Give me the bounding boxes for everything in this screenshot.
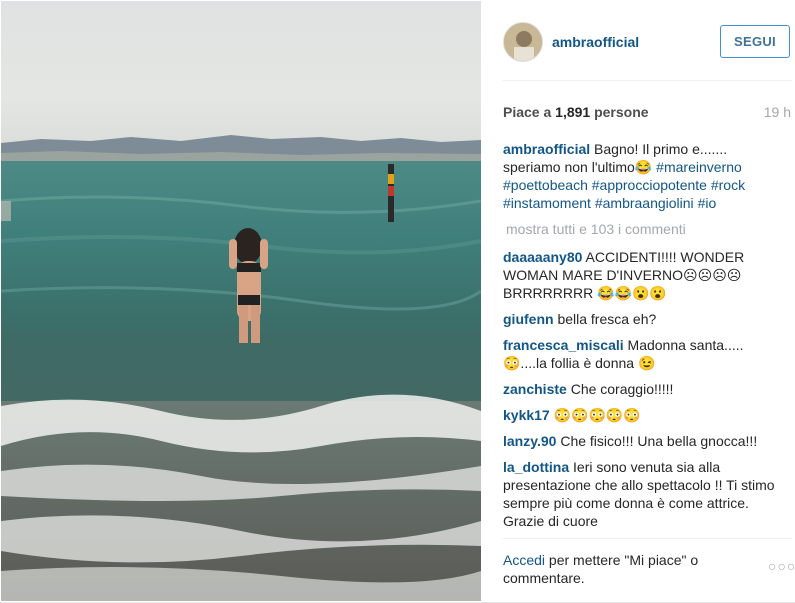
caption-username[interactable]: ambraofficial [503,141,590,157]
login-link[interactable]: Accedi [503,552,545,568]
post-time[interactable]: 19 h [764,104,791,120]
likes-suffix: persone [590,104,649,120]
comment-item: daaaaany80 ACCIDENTI!!!! WONDER WOMAN MA… [503,248,787,302]
likes-number[interactable]: 1,891 [555,104,590,120]
comment-item: kykk17 😳😳😳😳😳 [503,406,787,424]
comment-username[interactable]: la_dottina [503,459,569,475]
comment-text: Che coraggio!!!!! [570,381,674,397]
post-sidebar: ambraofficial SEGUI Piace a 1,891 person… [481,0,795,603]
divider [503,80,792,81]
comment-username[interactable]: kykk17 [503,407,550,423]
comment-text: Che fisico!!! Una bella gnocca!!! [560,433,758,449]
username-link[interactable]: ambraofficial [552,34,639,50]
ellipsis-icon[interactable]: ○○○ [768,558,795,574]
comment-item: giufenn bella fresca eh? [503,310,787,328]
avatar-icon [504,23,542,61]
caption: ambraofficial Bagno! Il primo e....... s… [503,140,787,212]
comment-item: la_dottina Ieri sono venuta sia alla pre… [503,458,787,530]
divider [503,538,792,539]
beach-photo-image [1,1,481,601]
likes-count: Piace a 1,891 persone [503,104,649,120]
hashtag[interactable]: #rock [711,177,745,193]
follow-button[interactable]: SEGUI [720,25,790,58]
hashtag[interactable]: #poettobeach [503,177,588,193]
login-prompt: Accedi per mettere "Mi piace" o commenta… [503,551,733,587]
comment-username[interactable]: lanzy.90 [503,433,556,449]
avatar[interactable] [503,22,543,62]
post-container: ambraofficial SEGUI Piace a 1,891 person… [0,0,795,603]
hashtag[interactable]: #ambraangiolini [595,195,694,211]
comments-list: ambraofficial Bagno! Il primo e....... s… [503,140,787,535]
comment-username[interactable]: daaaaany80 [503,249,582,265]
hashtag[interactable]: #approcciopotente [592,177,707,193]
comment-text: bella fresca eh? [557,311,657,327]
comment-username[interactable]: zanchiste [503,381,567,397]
post-header: ambraofficial SEGUI [481,0,795,80]
hashtag[interactable]: #io [698,195,717,211]
post-photo[interactable] [1,1,481,601]
comment-item: zanchiste Che coraggio!!!!! [503,380,787,398]
likes-prefix: Piace a [503,104,556,120]
comment-username[interactable]: giufenn [503,311,554,327]
comment-text: 😳😳😳😳😳 [553,407,641,423]
hashtag[interactable]: #mareinverno [656,159,742,175]
hashtag[interactable]: #instamoment [503,195,591,211]
comment-username[interactable]: francesca_miscali [503,337,624,353]
comment-item: lanzy.90 Che fisico!!! Una bella gnocca!… [503,432,787,450]
show-all-comments-link[interactable]: mostra tutti e 103 i commenti [506,220,787,238]
comment-item: francesca_miscali Madonna santa.....😳...… [503,336,787,372]
